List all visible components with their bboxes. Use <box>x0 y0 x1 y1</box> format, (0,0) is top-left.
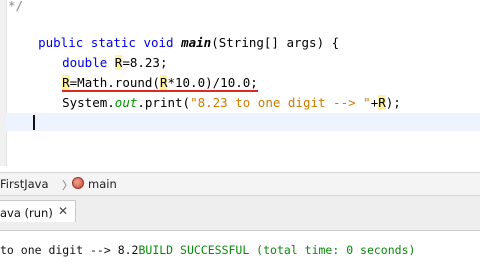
text-caret <box>33 115 35 130</box>
build-status: BUILD SUCCESSFUL (total time: 0 seconds) <box>138 243 416 257</box>
print-close: ); <box>385 95 401 110</box>
console-output-line: to one digit --> 8.2BUILD SUCCESSFUL (to… <box>0 243 415 257</box>
tab-output-label: ava (run) <box>0 206 53 220</box>
nav-class-label[interactable]: FirstJava <box>0 177 49 191</box>
out-field: out <box>114 95 138 110</box>
program-output: to one digit --> 8.2 <box>0 243 139 257</box>
tab-output-run[interactable]: ava (run) ✕ <box>0 200 76 222</box>
editor-gutter <box>0 0 7 166</box>
variable-r: R <box>378 95 386 110</box>
code-editor[interactable]: */ public static void main(String[] args… <box>0 0 480 166</box>
print-call: .print( <box>137 95 191 110</box>
output-console[interactable]: to one digit --> 8.2BUILD SUCCESSFUL (to… <box>0 231 480 270</box>
signature-rest: (String[] args) { <box>211 35 340 50</box>
comment-end: */ <box>8 0 24 13</box>
method-ball-icon <box>72 177 84 189</box>
nav-method-label[interactable]: main <box>88 177 117 191</box>
method-name: main <box>181 35 212 50</box>
close-icon[interactable]: ✕ <box>58 204 68 218</box>
current-line-highlight <box>6 113 480 131</box>
string-literal: "8.23 to one digit --> " <box>190 95 371 110</box>
system-prefix: System. <box>62 95 115 110</box>
output-tab-bar: ava (run) ✕ <box>0 196 480 231</box>
